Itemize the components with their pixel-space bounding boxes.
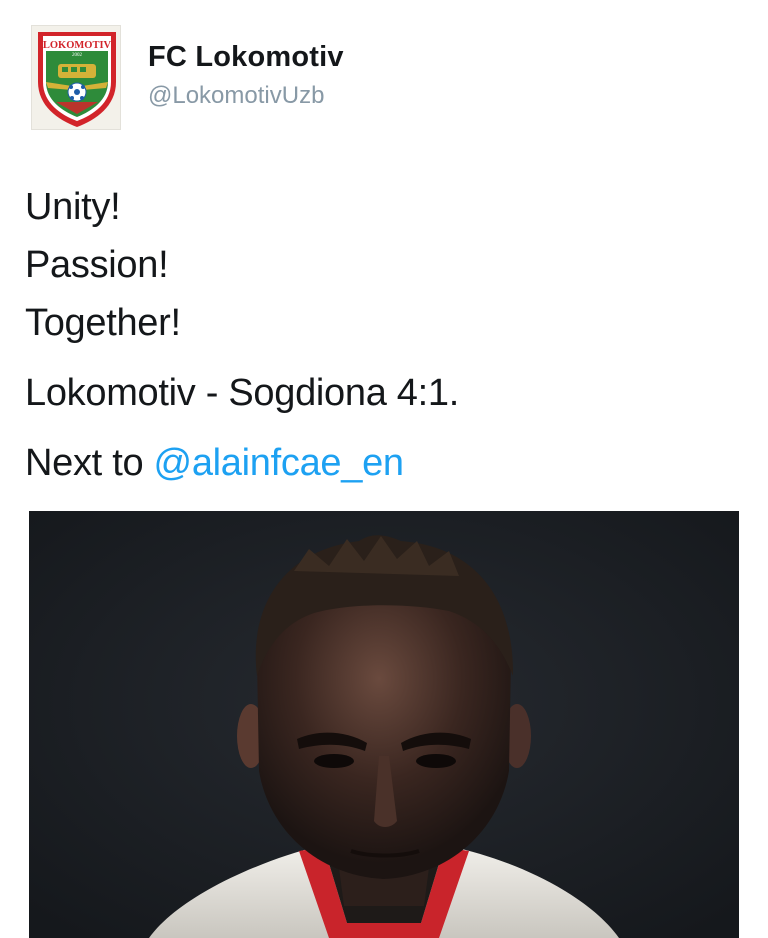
tweet-next-line: Next to @alainfcae_en (25, 434, 745, 492)
crest-title-text: LOKOMOTIV (43, 40, 112, 51)
tweet-score-line: Lokomotiv - Sogdiona 4:1. (25, 372, 459, 414)
tweet-line-passion: Passion! (25, 244, 169, 286)
tweet-line-together: Together! (25, 302, 181, 344)
avatar[interactable]: LOKOMOTIV 2002 (31, 25, 121, 130)
mention-link[interactable]: @alainfcae_en (154, 442, 405, 484)
display-name[interactable]: FC Lokomotiv (148, 41, 344, 74)
user-handle[interactable]: @LokomotivUzb (148, 82, 324, 110)
next-prefix-text: Next to (25, 442, 154, 484)
crest-year-text: 2002 (72, 53, 83, 58)
tweet-photo[interactable] (29, 511, 739, 938)
tweet-header: LOKOMOTIV 2002 FC Lokomotiv @LokomotivUz… (0, 0, 768, 140)
club-crest-icon: LOKOMOTIV 2002 (38, 32, 116, 127)
tweet-line-unity: Unity! (25, 186, 121, 228)
tweet-text: Unity! Passion! Together! Lokomotiv - So… (25, 178, 745, 492)
player-portrait-image (29, 511, 739, 938)
